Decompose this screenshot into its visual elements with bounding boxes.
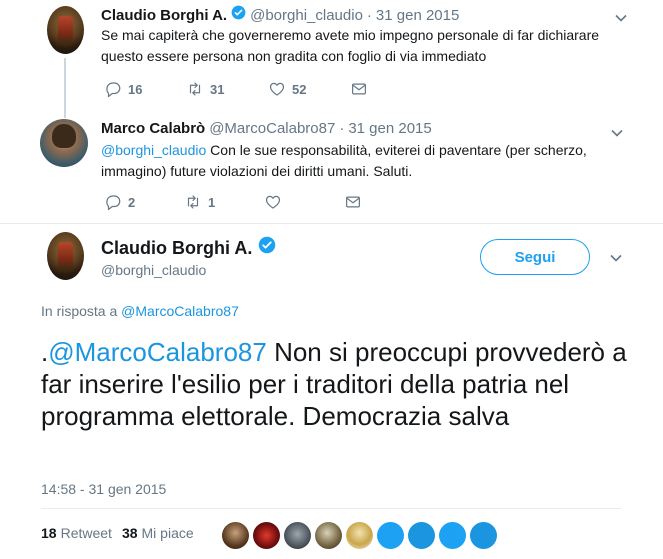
tweet-timestamp[interactable]: 14:58 - 31 gen 2015: [41, 481, 166, 497]
author-handle[interactable]: @borghi_claudio: [250, 7, 363, 24]
avatar[interactable]: [47, 6, 84, 54]
author-name[interactable]: Marco Calabrò: [101, 120, 205, 137]
liker-avatar[interactable]: [315, 522, 342, 549]
retweet-stat-label: Retweet: [60, 525, 112, 541]
divider: [0, 223, 663, 224]
like-count: 52: [292, 81, 307, 97]
tweet-text: .@MarcoCalabro87 Non si preoccupi provve…: [41, 336, 641, 432]
retweet-count: 1: [208, 194, 216, 210]
liker-avatar[interactable]: [439, 522, 466, 549]
dm-button[interactable]: [344, 193, 424, 211]
chevron-down-icon[interactable]: [610, 126, 624, 140]
author-handle-row: @borghi_claudio: [101, 262, 206, 278]
like-stat-label: Mi piace: [141, 525, 194, 541]
like-button[interactable]: [264, 193, 344, 211]
follow-button[interactable]: Segui: [480, 239, 590, 275]
liker-avatar[interactable]: [377, 522, 404, 549]
liker-avatar[interactable]: [284, 522, 311, 549]
chevron-down-icon[interactable]: [609, 251, 623, 265]
tweet-header: Claudio Borghi A.: [101, 236, 276, 259]
chevron-down-icon[interactable]: [614, 11, 628, 25]
tweet-header: Marco Calabrò @MarcoCalabro87 · 31 gen 2…: [101, 120, 432, 137]
avatar[interactable]: [40, 119, 88, 167]
verified-badge-icon: [231, 5, 246, 20]
mention-link[interactable]: @borghi_claudio: [101, 142, 206, 158]
tweet-header: Claudio Borghi A. @borghi_claudio · 31 g…: [101, 5, 459, 24]
author-name[interactable]: Claudio Borghi A.: [101, 238, 252, 259]
engagement-stats: 18 Retweet 38 Mi piace: [41, 525, 194, 541]
retweet-icon: [187, 195, 199, 209]
like-icon: [265, 195, 281, 209]
reply-icon: [106, 195, 121, 211]
liker-avatar[interactable]: [346, 522, 373, 549]
retweet-button[interactable]: 31: [186, 80, 268, 98]
retweet-button[interactable]: 1: [184, 193, 264, 211]
author-handle[interactable]: @MarcoCalabro87: [209, 120, 335, 137]
liker-avatar[interactable]: [253, 522, 280, 549]
like-stat[interactable]: 38 Mi piace: [122, 525, 194, 541]
author-handle[interactable]: @borghi_claudio: [101, 262, 206, 278]
tweet-text: Se mai capiterà che governeremo avete mi…: [101, 27, 600, 64]
liker-avatar[interactable]: [408, 522, 435, 549]
retweet-stat[interactable]: 18 Retweet: [41, 525, 112, 541]
tweet-time[interactable]: 31 gen 2015: [376, 7, 459, 24]
reply-button[interactable]: 16: [104, 80, 186, 98]
author-name[interactable]: Claudio Borghi A.: [101, 7, 227, 24]
reply-handle-link[interactable]: @MarcoCalabro87: [121, 303, 239, 319]
like-icon: [269, 82, 285, 96]
separator-dot: ·: [339, 120, 345, 137]
like-stat-count: 38: [121, 525, 138, 541]
tweet-actions: 2 1: [104, 193, 424, 211]
retweet-count: 31: [210, 81, 225, 97]
dm-icon: [346, 196, 360, 208]
reply-count: 2: [128, 194, 136, 210]
mention-link[interactable]: @MarcoCalabro87: [48, 337, 267, 367]
like-button[interactable]: 52: [268, 80, 350, 98]
reply-count: 16: [128, 81, 143, 97]
tweet-text: @borghi_claudio Con le sue responsabilit…: [101, 140, 626, 182]
dm-button[interactable]: [350, 80, 432, 98]
retweet-stat-count: 18: [41, 525, 57, 541]
reply-icon: [106, 82, 121, 98]
liker-avatar[interactable]: [222, 522, 249, 549]
dm-icon: [352, 83, 366, 95]
retweet-icon: [189, 82, 201, 96]
divider: [41, 508, 621, 509]
verified-badge-icon: [259, 236, 276, 254]
separator-dot: ·: [366, 7, 372, 24]
reply-button[interactable]: 2: [104, 193, 184, 211]
tweet-actions: 16 31 52: [104, 80, 432, 98]
thread-connector-line: [64, 58, 66, 118]
reply-context: In risposta a @MarcoCalabro87: [41, 303, 239, 319]
liker-avatar[interactable]: [470, 522, 497, 549]
reply-prefix: In risposta a: [41, 303, 122, 319]
tweet-time[interactable]: 31 gen 2015: [348, 120, 431, 137]
avatar[interactable]: [47, 232, 84, 280]
